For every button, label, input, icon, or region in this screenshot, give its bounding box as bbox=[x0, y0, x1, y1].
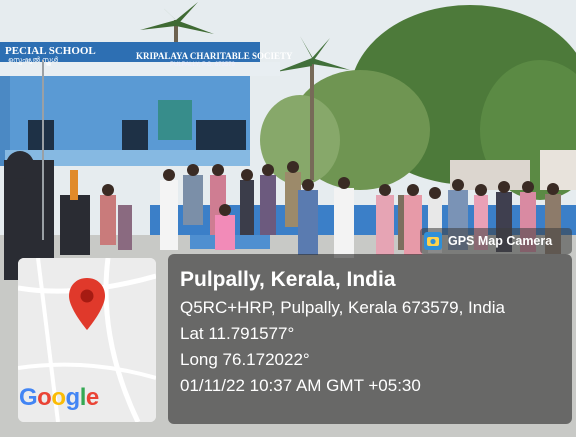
address-text: Q5RC+HRP, Pulpally, Kerala 673579, India bbox=[180, 298, 505, 317]
location-info-panel: Pulpally, Kerala, India Q5RC+HRP, Pulpal… bbox=[168, 254, 572, 424]
place-name: Pulpally, Kerala, India bbox=[180, 268, 396, 291]
map-camera-icon bbox=[424, 232, 442, 250]
school-sign-text: PECIAL SCHOOL bbox=[5, 45, 96, 57]
longitude-text: Long 76.172022° bbox=[180, 350, 310, 369]
gps-map-camera-badge: GPS Map Camera bbox=[420, 228, 572, 254]
google-logo: Google bbox=[19, 384, 99, 411]
society-sign-subtext: PULPALLY, P.O. 673579 bbox=[170, 62, 235, 68]
school-sign-subtext: സ്പെഷ്യൽ സ്കൂൾ bbox=[8, 57, 59, 64]
latitude-text: Lat 11.791577° bbox=[180, 324, 295, 343]
map-pin-icon bbox=[69, 278, 105, 330]
society-sign-text: KRIPALAYA CHARITABLE SOCIETY bbox=[136, 51, 293, 61]
datetime-text: 01/11/22 10:37 AM GMT +05:30 bbox=[180, 376, 421, 395]
gps-badge-label: GPS Map Camera bbox=[448, 234, 553, 248]
